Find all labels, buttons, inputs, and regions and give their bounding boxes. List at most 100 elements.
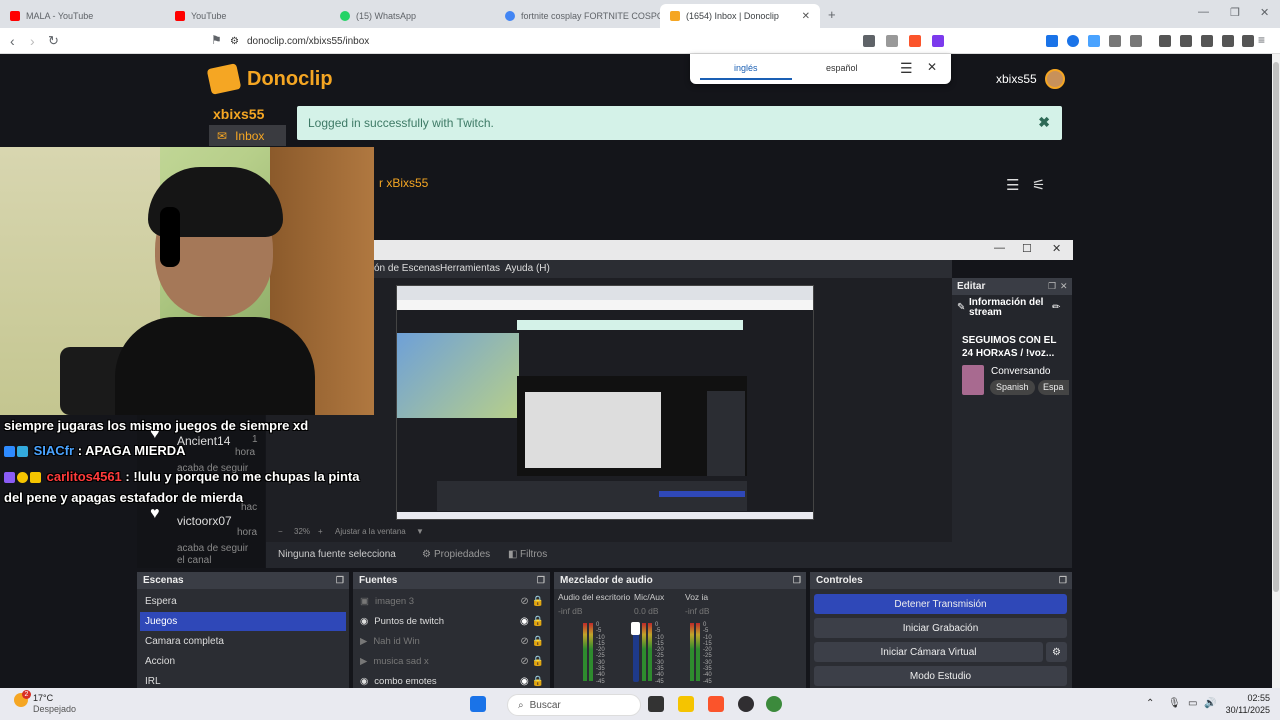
- scene-item[interactable]: Juegos: [140, 612, 346, 631]
- wallet-icon[interactable]: [1201, 35, 1213, 47]
- tab-donoclip-inbox[interactable]: (1654) Inbox | Donoclip ✕: [660, 4, 820, 28]
- chevron-up-icon[interactable]: ⌃: [1146, 698, 1154, 709]
- source-item[interactable]: ▶ Nah id Win ⊘ 🔒: [356, 632, 548, 651]
- chevron-down-icon[interactable]: ▼: [416, 527, 424, 536]
- eye-icon[interactable]: ◉ 🔒: [520, 676, 544, 688]
- new-tab-icon[interactable]: +: [828, 7, 836, 22]
- weather-condition: Despejado: [33, 704, 77, 714]
- scene-item[interactable]: Accion: [140, 652, 346, 671]
- windows-start-icon[interactable]: [470, 696, 486, 712]
- close-icon[interactable]: ✖: [1038, 114, 1050, 131]
- extension-icon[interactable]: [1067, 35, 1079, 47]
- scene-item[interactable]: Espera: [140, 592, 346, 611]
- extension-icon[interactable]: [1088, 35, 1100, 47]
- site-info-icon[interactable]: ⚙: [230, 36, 239, 47]
- lang-english-tab[interactable]: inglés: [734, 63, 758, 73]
- dock-title: Controles: [816, 575, 863, 586]
- close-window-icon[interactable]: ✕: [1052, 242, 1061, 255]
- float-icon[interactable]: ❐: [537, 575, 545, 586]
- start-recording-button[interactable]: Iniciar Grabación: [814, 618, 1067, 638]
- address-bar[interactable]: ⚙ donoclip.com/xbixs55/inbox: [230, 32, 950, 50]
- stop-streaming-button[interactable]: Detener Transmisión: [814, 594, 1067, 614]
- brave-shield-icon[interactable]: [909, 35, 921, 47]
- whatsapp-icon: [340, 11, 350, 21]
- reload-icon[interactable]: ↻: [48, 33, 59, 49]
- eye-icon[interactable]: ◉ 🔒: [520, 616, 544, 631]
- volume-slider-handle[interactable]: [631, 622, 640, 635]
- app-icon[interactable]: [766, 696, 782, 712]
- float-icon[interactable]: ❐: [793, 575, 801, 586]
- sort-icon[interactable]: ☰: [1006, 176, 1019, 194]
- fit-to-window[interactable]: Ajustar a la ventana: [335, 527, 406, 536]
- share-icon[interactable]: [886, 35, 898, 47]
- tab-google-search[interactable]: fortnite cosplay FORTNITE COSPOR: [495, 4, 660, 28]
- lang-spanish-tab[interactable]: español: [826, 63, 858, 73]
- eye-hidden-icon[interactable]: ⊘ 🔒: [520, 596, 544, 611]
- gear-icon[interactable]: ⚙: [1046, 642, 1067, 662]
- extension-icon[interactable]: [1130, 35, 1142, 47]
- minimize-icon[interactable]: —: [1198, 6, 1209, 18]
- zoom-level: 32%: [294, 527, 311, 536]
- sidebar-item-inbox[interactable]: ✉ Inbox: [209, 125, 286, 146]
- filter-settings-icon[interactable]: ⚟: [1032, 176, 1045, 194]
- close-icon[interactable]: ✕: [802, 11, 810, 22]
- back-icon[interactable]: ‹: [10, 33, 15, 49]
- filters-button[interactable]: Filtros: [520, 549, 547, 560]
- tab-youtube[interactable]: YouTube: [165, 4, 330, 28]
- zoom-in-icon[interactable]: +: [318, 527, 323, 536]
- obs-titlebar[interactable]: — ☐ ✕: [374, 240, 1073, 260]
- maximize-icon[interactable]: ❐: [1230, 6, 1240, 19]
- menu-icon[interactable]: ☰: [900, 60, 913, 77]
- float-icon[interactable]: ❐: [336, 575, 344, 586]
- media-icon[interactable]: [1159, 35, 1171, 47]
- user-menu[interactable]: xbixs55: [996, 69, 1065, 89]
- ai-icon[interactable]: [1222, 35, 1234, 47]
- extension-icon[interactable]: [1046, 35, 1058, 47]
- menu-scene-collection[interactable]: ón de Escenas: [374, 263, 440, 274]
- close-icon[interactable]: ✕: [1060, 281, 1068, 292]
- maximize-icon[interactable]: ☐: [1022, 242, 1032, 255]
- menu-help[interactable]: Ayuda (H): [505, 263, 550, 274]
- zoom-out-icon[interactable]: −: [278, 527, 283, 536]
- menu-icon[interactable]: ≡: [1258, 33, 1265, 47]
- scrollbar-thumb[interactable]: [1273, 62, 1279, 592]
- source-item[interactable]: ◉ combo emotes ◉ 🔒: [356, 672, 548, 688]
- sidebar-icon[interactable]: [1180, 35, 1192, 47]
- eye-hidden-icon[interactable]: ⊘ 🔒: [520, 636, 544, 651]
- source-item[interactable]: ▶ musica sad x ⊘ 🔒: [356, 652, 548, 671]
- donoclip-logo[interactable]: Donoclip: [206, 63, 333, 95]
- translate-icon[interactable]: [863, 35, 875, 47]
- volume-icon[interactable]: 🔊: [1204, 698, 1216, 709]
- scene-item[interactable]: Camara completa: [140, 632, 346, 651]
- active-tab-underline: [700, 78, 792, 80]
- brave-icon[interactable]: [708, 696, 724, 712]
- source-item[interactable]: ▣ imagen 3 ⊘ 🔒: [356, 592, 548, 611]
- eye-hidden-icon[interactable]: ⊘ 🔒: [520, 656, 544, 671]
- scene-item[interactable]: IRL: [140, 672, 346, 688]
- task-view-icon[interactable]: [648, 696, 664, 712]
- source-item[interactable]: ◉ Puntos de twitch ◉ 🔒: [356, 612, 548, 631]
- forward-icon[interactable]: ›: [30, 33, 35, 49]
- minimize-icon[interactable]: —: [994, 242, 1005, 254]
- menu-tools[interactable]: Herramientas: [440, 263, 500, 274]
- close-icon[interactable]: ✕: [927, 60, 937, 74]
- edit-pencil-icon[interactable]: ✏: [1052, 302, 1060, 313]
- tab-whatsapp[interactable]: (15) WhatsApp: [330, 4, 495, 28]
- close-window-icon[interactable]: ✕: [1260, 6, 1269, 19]
- properties-button[interactable]: Propiedades: [434, 549, 490, 560]
- bookmark-icon[interactable]: ⚑: [211, 33, 222, 47]
- tab-mala-youtube[interactable]: MALA - YouTube: [0, 4, 165, 28]
- taskbar-search[interactable]: ⌕ Buscar: [507, 694, 641, 716]
- start-virtual-camera-button[interactable]: Iniciar Cámara Virtual: [814, 642, 1043, 662]
- studio-mode-button[interactable]: Modo Estudio: [814, 666, 1067, 686]
- vpn-icon[interactable]: [1242, 35, 1254, 47]
- file-explorer-icon[interactable]: [678, 696, 694, 712]
- float-icon[interactable]: ❐: [1059, 575, 1067, 586]
- mic-icon[interactable]: 🎙: [1168, 698, 1181, 709]
- brave-rewards-icon[interactable]: [932, 35, 944, 47]
- network-icon[interactable]: ▭: [1188, 698, 1197, 709]
- obs-icon[interactable]: [738, 696, 754, 712]
- page-scrollbar[interactable]: [1272, 54, 1280, 688]
- float-icon[interactable]: ❐: [1048, 281, 1056, 292]
- puzzle-icon[interactable]: [1109, 35, 1121, 47]
